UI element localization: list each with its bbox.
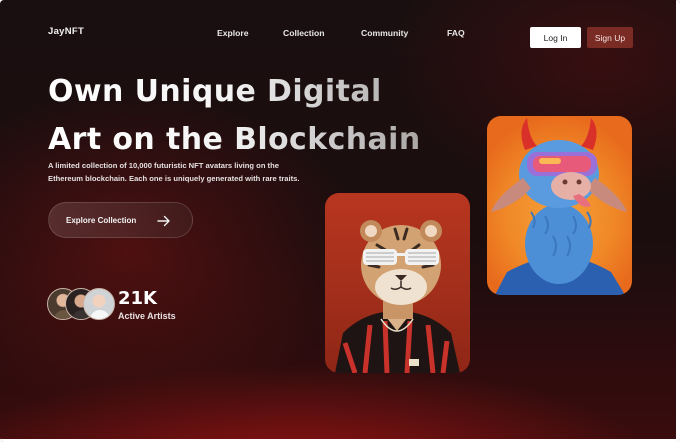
artist-avatars <box>47 288 117 322</box>
nav-faq[interactable]: FAQ <box>447 28 465 38</box>
hero-description: A limited collection of 10,000 futuristi… <box>48 160 348 185</box>
tiger-nft-card[interactable] <box>325 193 470 373</box>
active-artists-label: Active Artists <box>118 311 176 321</box>
frame-edge <box>676 0 680 442</box>
nav-explore[interactable]: Explore <box>217 28 249 38</box>
llama-nft-card[interactable] <box>487 116 632 295</box>
active-artists-count: 21K <box>118 288 157 309</box>
avatar <box>83 288 115 320</box>
hero-headline: Own Unique Digital Art on the Blockchain <box>48 68 448 164</box>
explore-collection-button[interactable]: Explore Collection <box>48 202 193 238</box>
headline-line-2: Art on the Blockchain <box>48 122 421 157</box>
llama-nft-image <box>491 118 627 295</box>
arrow-right-icon <box>157 215 170 227</box>
description-line-2: Ethereum blockchain. Each one is uniquel… <box>48 173 300 183</box>
signup-button[interactable]: Sign Up <box>587 27 633 48</box>
login-button[interactable]: Log In <box>530 27 581 48</box>
landing-page: JayNFT Explore Collection Community FAQ … <box>0 0 680 442</box>
brand-logo[interactable]: JayNFT <box>48 26 84 37</box>
headline-line-1: Own Unique Digital <box>48 74 382 109</box>
description-line-1: A limited collection of 10,000 futuristi… <box>48 161 279 170</box>
explore-collection-label: Explore Collection <box>66 216 137 225</box>
tiger-nft-image <box>335 220 460 373</box>
nav-community[interactable]: Community <box>361 28 408 38</box>
nav-collection[interactable]: Collection <box>283 28 325 38</box>
